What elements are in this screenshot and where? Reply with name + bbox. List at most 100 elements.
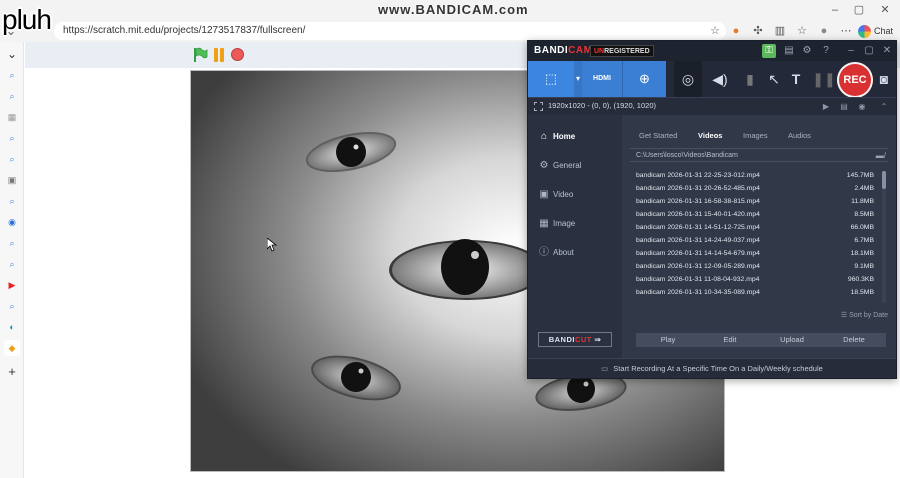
edge-icon[interactable]: ◐ [4,319,20,335]
screen-mode-button[interactable]: ⬚ [528,61,574,97]
layout-icon[interactable]: ▤ [838,101,850,113]
chevron-down-icon: ▾ [575,74,580,83]
list-item[interactable]: bandicam 2026-01-31 12-09-05-289.mp4 9.1M… [630,260,880,273]
tab-get-started[interactable]: Get Started [639,131,677,140]
tab-audios[interactable]: Audios [788,131,811,140]
folder-icon[interactable]: ▤ [782,44,796,58]
add-tab-icon[interactable]: + [4,364,20,380]
bandicam-mode-bar: ⬚ ▾ HDMI ⊕ ◎ ◀) ▮ ↖ T ❚❚ REC ◙ [528,61,896,98]
nav-image[interactable]: ▦ Image [528,210,622,238]
pause-icon[interactable] [212,48,226,62]
list-item[interactable]: bandicam 2026-01-31 14-51-12-725.mp4 66.0… [630,221,880,234]
video-icon: ▣ [539,189,549,200]
play-button[interactable]: Play [636,333,700,347]
youtube-icon[interactable]: ▶ [4,277,20,293]
restore-icon[interactable]: ▢ [862,44,876,58]
schedule-tip-bar[interactable]: ▭ Start Recording At a Specific Time On a… [528,358,896,378]
scrollbar-thumb[interactable] [882,171,886,189]
nav-about[interactable]: ⓘ About [528,239,622,267]
list-item[interactable]: bandicam 2026-01-31 16-58-38-815.mp4 11.8… [630,195,880,208]
speaker-icon[interactable]: ◀) [706,61,734,97]
extension-orange-icon[interactable]: ● [728,23,744,39]
bandicam-logo: BANDICAM [534,45,593,56]
sort-list-icon: ☰ [840,312,850,319]
list-item[interactable]: bandicam 2026-01-31 10-34-35-089.mp4 18.5… [630,286,880,299]
text-tool-icon[interactable]: T [782,61,810,97]
list-item[interactable]: bandicam 2026-01-31 11-08-04-932.mp4 960.… [630,273,880,286]
search-icon[interactable]: ⌕ [4,256,20,272]
maximize-icon[interactable]: ▢ [850,2,868,18]
minimize-icon[interactable]: – [844,44,858,58]
broadcast-icon[interactable]: ◉ [856,101,868,113]
screen-mode-dropdown[interactable]: ▾ [574,61,582,97]
open-folder-icon[interactable]: ▬/ [876,149,886,162]
home-icon: ⌂ [540,131,548,142]
landscape-icon[interactable]: ▣ [4,172,20,188]
bandicam-home-panel: Get Started Videos Images Audios C:\User… [622,115,896,358]
list-item[interactable]: bandicam 2026-01-31 22-25-23-012.mp4 145.… [630,169,880,182]
edit-button[interactable]: Edit [698,333,762,347]
pause-icon[interactable]: ❚❚ [810,61,838,97]
green-flag-icon[interactable] [192,47,208,63]
nav-video[interactable]: ▣ Video [528,181,622,209]
address-bar[interactable]: https://scratch.mit.edu/projects/1273517… [54,22,726,40]
video-file-list[interactable]: bandicam 2026-01-31 22-25-23-012.mp4 145.… [630,169,888,305]
search-icon[interactable]: ⌕ [4,235,20,251]
sort-by-date-button[interactable]: ☰ Sort by Date [841,311,888,319]
unregistered-badge[interactable]: UNREGISTERED [590,45,654,57]
minimize-icon[interactable]: – [826,2,844,18]
copilot-icon [858,25,871,39]
lock-icon[interactable]: ⚿ [762,44,776,58]
list-item[interactable]: bandicam 2026-01-31 15-40-01-420.mp4 8.5M… [630,208,880,221]
stop-icon[interactable] [231,48,244,61]
gear-icon: ⚙ [539,160,549,171]
close-icon[interactable]: ✕ [876,2,894,18]
settings-icon[interactable]: ⚙ [800,44,814,58]
search-icon[interactable]: ⌕ [4,130,20,146]
delete-button[interactable]: Delete [822,333,886,347]
chevron-down-icon[interactable]: ⌄ [4,46,20,62]
image-tab-icon[interactable]: ▦ [4,109,20,125]
scratch-tab-icon[interactable]: ◆ [4,340,20,356]
list-item[interactable]: bandicam 2026-01-31 14-24-49-037.mp4 6.7M… [630,234,880,247]
game-mode-button[interactable]: ⊕ [622,61,666,97]
search-icon[interactable]: ⌕ [4,151,20,167]
list-scrollbar[interactable] [882,171,886,303]
more-menu-icon[interactable]: ⋯ [838,23,854,39]
search-icon[interactable]: ⌕ [4,193,20,209]
search-icon[interactable]: ⌕ [4,88,20,104]
help-icon[interactable]: ? [819,44,833,58]
image-icon: ▦ [539,218,549,229]
extensions-puzzle-icon[interactable]: ✣ [750,23,766,39]
messenger-icon[interactable]: ◉ [4,214,20,230]
tab-images[interactable]: Images [743,131,768,140]
resolution-text: 1920x1020 - (0, 0), (1920, 1020) [548,101,656,110]
resolution-bar: 1920x1020 - (0, 0), (1920, 1020) ▶ ▤ ◉ ⌃ [528,97,896,115]
copilot-chat-button[interactable]: Chat [858,23,898,39]
arrow-right-icon: ⇒ [594,335,602,344]
info-icon: ⓘ [539,247,549,258]
hdmi-mode-button[interactable]: HDMI [582,61,622,97]
bandicut-button[interactable]: BANDICUT ⇒ [538,332,612,347]
nav-general[interactable]: ⚙ General [528,152,622,180]
list-item[interactable]: bandicam 2026-01-31 20-26-52-485.mp4 2.4M… [630,182,880,195]
bandicam-titlebar: BANDICAM UNREGISTERED ⚿ ▤ ⚙ ? – ▢ ✕ [528,41,896,61]
hdmi-icon: HDMI [593,75,611,82]
collections-icon[interactable]: ☆ [794,23,810,39]
video-camera-icon[interactable]: ▶ [820,101,832,113]
rec-button[interactable]: REC [837,62,873,98]
mouse-cursor-icon [267,238,277,252]
profile-avatar-icon[interactable]: ● [816,23,832,39]
webcam-off-icon[interactable]: ◎ [674,61,702,97]
favorite-star-icon[interactable]: ☆ [707,23,723,39]
upload-button[interactable]: Upload [760,333,824,347]
nav-home[interactable]: ⌂ Home [528,123,622,151]
close-icon[interactable]: ✕ [880,44,894,58]
search-icon[interactable]: ⌕ [4,298,20,314]
split-screen-icon[interactable]: ▥ [772,23,788,39]
chevron-up-icon[interactable]: ⌃ [878,101,890,113]
list-item[interactable]: bandicam 2026-01-31 14-14-54-679.mp4 18.1… [630,247,880,260]
tab-videos[interactable]: Videos [698,131,722,140]
search-icon[interactable]: ⌕ [4,67,20,83]
camera-icon[interactable]: ◙ [873,61,895,97]
